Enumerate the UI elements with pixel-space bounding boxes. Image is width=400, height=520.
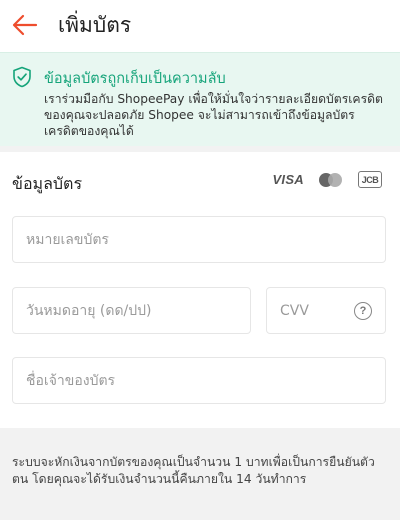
card-info-section: ข้อมูลบัตร VISA JCB ? [0, 152, 400, 428]
cardholder-name-field[interactable] [12, 357, 386, 404]
top-bar: เพิ่มบัตร [0, 0, 400, 52]
banner-title: ข้อมูลบัตรถูกเก็บเป็นความลับ [44, 71, 226, 87]
mastercard-logo [318, 172, 344, 188]
card-brand-logos: VISA JCB [272, 171, 382, 188]
visa-logo: VISA [272, 172, 304, 187]
verification-note: ระบบจะหักเงินจากบัตรของคุณเป็นจำนวน 1 บา… [12, 455, 375, 486]
shield-check-icon [13, 66, 31, 88]
cardholder-name-input[interactable] [13, 358, 385, 403]
card-number-field[interactable] [12, 216, 386, 263]
expiry-date-field[interactable] [12, 287, 251, 334]
banner-description: เราร่วมมือกับ ShopeePay เพื่อให้มั่นใจว่… [44, 92, 383, 138]
question-circle-icon[interactable]: ? [354, 302, 372, 320]
arrow-left-icon [12, 14, 38, 36]
cvv-field[interactable]: ? [266, 287, 386, 334]
add-card-screen: เพิ่มบัตร ข้อมูลบัตรถูกเก็บเป็นความลับ เ… [0, 0, 400, 520]
expiry-date-input[interactable] [13, 288, 250, 333]
section-title: ข้อมูลบัตร [12, 174, 83, 193]
back-button[interactable] [10, 10, 40, 40]
card-number-input[interactable] [13, 217, 385, 262]
jcb-logo: JCB [358, 171, 382, 188]
page-title: เพิ่มบัตร [58, 13, 132, 37]
security-banner: ข้อมูลบัตรถูกเก็บเป็นความลับ เราร่วมมือก… [0, 52, 400, 146]
